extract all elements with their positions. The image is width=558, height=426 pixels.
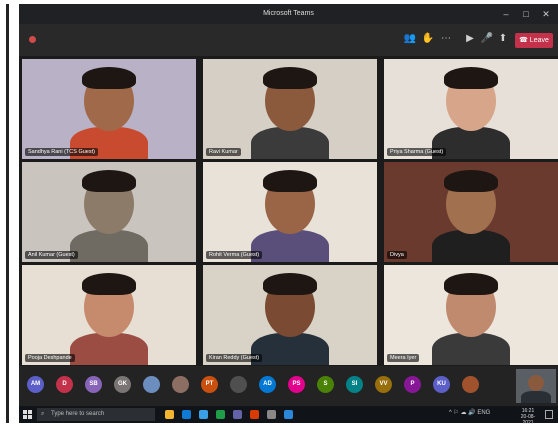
camera-icon[interactable]: ▶ xyxy=(463,32,477,46)
chat-icon[interactable]: ✋ xyxy=(421,32,435,46)
participant-body xyxy=(432,333,510,365)
participant-avatar[interactable] xyxy=(143,376,160,393)
participant-tile[interactable]: Kiran Reddy (Guest) xyxy=(203,265,377,365)
video-grid: Sandhya Rani (TCS Guest) Ravi Kumar Priya … xyxy=(19,56,558,366)
participant-tile[interactable]: Meera Iyer xyxy=(384,265,558,365)
participant-hair xyxy=(444,67,498,89)
start-button[interactable] xyxy=(23,410,32,419)
participant-avatar[interactable]: S xyxy=(317,376,334,393)
participant-hair xyxy=(82,170,136,192)
participant-body xyxy=(251,127,329,159)
participant-tile[interactable]: Ravi Kumar xyxy=(203,59,377,159)
participant-tile[interactable]: Pooja Deshpande xyxy=(22,265,196,365)
participant-hair xyxy=(82,67,136,89)
screen: Microsoft Teams – □ ✕ 👥 ✋ ⋯ ▶ 🎤 ⬆ ☎ Leav… xyxy=(0,0,558,426)
participant-name: Meera Iyer xyxy=(387,354,420,362)
participant-avatar[interactable]: SB xyxy=(85,376,102,393)
participant-avatar[interactable] xyxy=(230,376,247,393)
participant-tile[interactable]: Anil Kumar (Guest) xyxy=(22,162,196,262)
people-icon[interactable]: 👥 xyxy=(403,32,417,46)
taskbar-search[interactable]: ⌕ Type here to search xyxy=(37,408,155,421)
mic-icon[interactable]: 🎤 xyxy=(480,32,494,46)
participant-dock: KU P VV SI S PS AD PT GK SB D AM xyxy=(19,366,558,406)
participant-name: Ravi Kumar xyxy=(206,148,241,156)
recording-icon xyxy=(29,36,36,43)
participant-avatar[interactable]: D xyxy=(56,376,73,393)
participant-body xyxy=(70,333,148,365)
participant-avatar[interactable]: AM xyxy=(27,376,44,393)
participant-body xyxy=(70,230,148,262)
participant-name: Kiran Reddy (Guest) xyxy=(206,354,263,362)
participant-tile[interactable]: Divya xyxy=(384,162,558,262)
search-icon: ⌕ xyxy=(41,411,45,417)
taskbar-app-icon[interactable] xyxy=(216,410,225,419)
teams-window: Microsoft Teams – □ ✕ 👥 ✋ ⋯ ▶ 🎤 ⬆ ☎ Leav… xyxy=(19,4,558,426)
participant-tile[interactable]: Sandhya Rani (TCS Guest) xyxy=(22,59,196,159)
participant-name: Pooja Deshpande xyxy=(25,354,75,362)
participant-avatar[interactable]: SI xyxy=(346,376,363,393)
desktop-edge xyxy=(6,4,9,423)
participant-name: Sandhya Rani (TCS Guest) xyxy=(25,148,98,156)
taskbar-app-icon[interactable] xyxy=(267,410,276,419)
participant-hair xyxy=(444,273,498,295)
participant-body xyxy=(251,230,329,262)
participant-tile[interactable]: Rohit Verma (Guest) xyxy=(203,162,377,262)
taskbar-clock[interactable]: 16:21 20-08-2021 xyxy=(517,408,539,426)
maximize-button[interactable]: □ xyxy=(519,7,533,21)
window-title: Microsoft Teams xyxy=(263,10,314,17)
participant-hair xyxy=(263,67,317,89)
participant-avatar[interactable]: PT xyxy=(201,376,218,393)
taskbar-app-icon[interactable] xyxy=(182,410,191,419)
participant-name: Rohit Verma (Guest) xyxy=(206,251,263,259)
close-button[interactable]: ✕ xyxy=(539,7,553,21)
share-icon[interactable]: ⬆ xyxy=(496,32,510,46)
participant-hair xyxy=(263,170,317,192)
participant-avatar[interactable] xyxy=(172,376,189,393)
participant-hair xyxy=(263,273,317,295)
minimize-button[interactable]: – xyxy=(499,7,513,21)
self-view-body xyxy=(521,391,551,403)
participant-avatar[interactable]: GK xyxy=(114,376,131,393)
self-view-head xyxy=(528,375,544,391)
participant-tile[interactable]: Priya Sharma (Guest) xyxy=(384,59,558,159)
meeting-toolbar: 👥 ✋ ⋯ ▶ 🎤 ⬆ ☎ Leave xyxy=(19,24,558,56)
participant-avatar[interactable]: PS xyxy=(288,376,305,393)
participant-body xyxy=(432,230,510,262)
taskbar-app-icon[interactable] xyxy=(199,410,208,419)
taskbar-app-icon[interactable] xyxy=(165,410,174,419)
participant-avatar[interactable]: KU xyxy=(433,376,450,393)
leave-button[interactable]: ☎ Leave xyxy=(515,33,553,48)
clock-date: 20-08-2021 xyxy=(520,414,536,426)
participant-avatar[interactable] xyxy=(462,376,479,393)
participant-avatar[interactable]: AD xyxy=(259,376,276,393)
title-bar: Microsoft Teams – □ ✕ xyxy=(19,4,558,24)
participant-name: Anil Kumar (Guest) xyxy=(25,251,78,259)
search-placeholder: Type here to search xyxy=(51,411,105,417)
participant-name: Priya Sharma (Guest) xyxy=(387,148,447,156)
participant-hair xyxy=(444,170,498,192)
participant-hair xyxy=(82,273,136,295)
windows-taskbar: ⌕ Type here to search ^ ⚐ ☁ 🔊 ENG 16:21 … xyxy=(19,406,558,426)
taskbar-app-icon[interactable] xyxy=(233,410,242,419)
taskbar-app-icon[interactable] xyxy=(284,410,293,419)
participant-body xyxy=(251,333,329,365)
self-view-video[interactable] xyxy=(516,369,556,403)
more-icon[interactable]: ⋯ xyxy=(439,32,453,46)
taskbar-app-icon[interactable] xyxy=(250,410,259,419)
participant-avatar[interactable]: VV xyxy=(375,376,392,393)
system-tray[interactable]: ^ ⚐ ☁ 🔊 ENG xyxy=(449,409,490,416)
leave-label: Leave xyxy=(529,37,549,44)
notifications-icon[interactable] xyxy=(545,410,553,419)
participant-name: Divya xyxy=(387,251,407,259)
participant-avatar[interactable]: P xyxy=(404,376,421,393)
